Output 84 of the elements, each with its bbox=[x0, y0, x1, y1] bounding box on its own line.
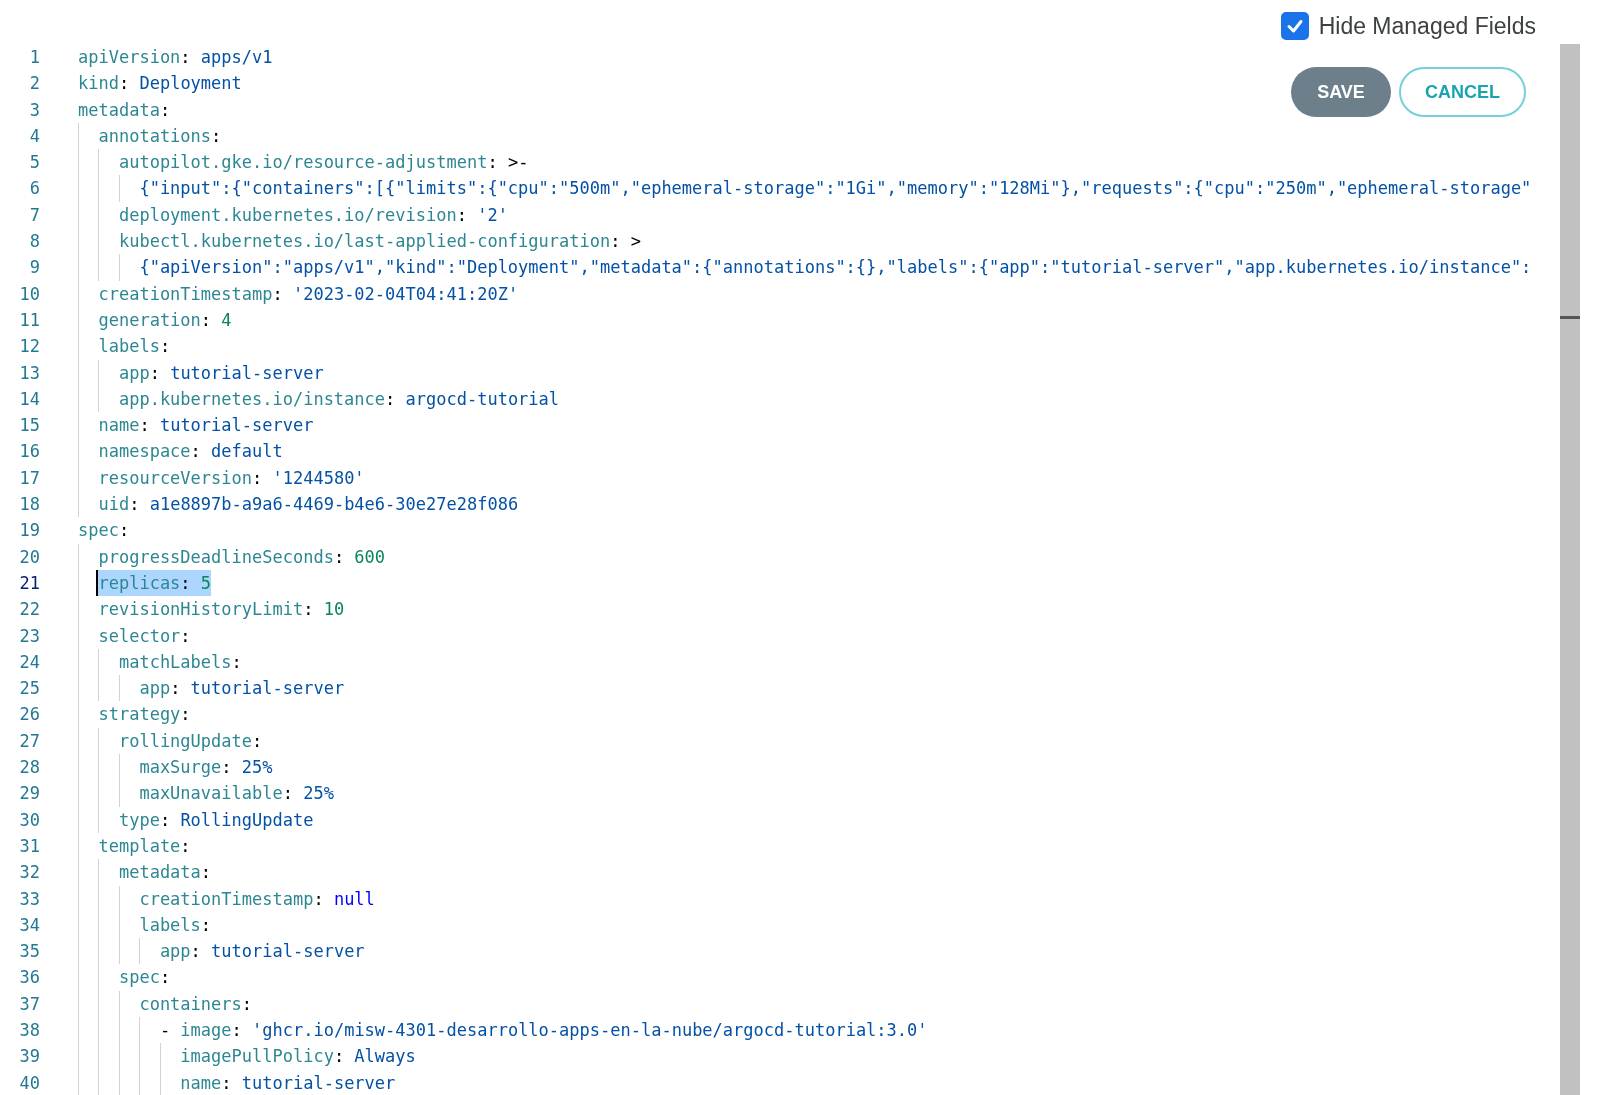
code-line: revisionHistoryLimit: 10 bbox=[98, 598, 345, 622]
code-line: deployment.kubernetes.io/revision: '2' bbox=[118, 203, 508, 227]
code-line: - image: 'ghcr.io/misw-4301-desarrollo-apps-en-la-nube/argocd-tutorial:3.0' bbox=[159, 1019, 928, 1042]
scrollbar[interactable] bbox=[1560, 44, 1580, 1095]
line-number: 16 bbox=[18, 440, 40, 464]
line-number: 13 bbox=[18, 361, 40, 385]
line-number: 40 bbox=[18, 1071, 40, 1095]
code-line: app.kubernetes.io/instance: argocd-tutorial bbox=[118, 387, 560, 411]
code-line: autopilot.gke.io/resource-adjustment: >- bbox=[118, 151, 529, 175]
line-number: 9 bbox=[28, 256, 40, 280]
code-line: {"input":{"containers":[{"limits":{"cpu":"500m","ephemeral-storage":"1Gi","memory":"128Mi"},"requests":{"cpu":"250m","ephemeral-storage" bbox=[139, 177, 1532, 201]
line-number: 26 bbox=[18, 703, 40, 727]
line-number: 25 bbox=[18, 677, 40, 701]
code-line: type: RollingUpdate bbox=[118, 808, 314, 832]
save-button[interactable]: SAVE bbox=[1291, 67, 1391, 117]
code-line: imagePullPolicy: Always bbox=[180, 1045, 416, 1069]
code-line: rollingUpdate: bbox=[118, 729, 263, 753]
line-number: 17 bbox=[18, 466, 40, 490]
code-line: namespace: default bbox=[98, 440, 283, 464]
code-line: annotations: bbox=[98, 124, 222, 148]
code-line: maxUnavailable: 25% bbox=[139, 782, 334, 806]
line-number: 30 bbox=[18, 808, 40, 832]
code-line: name: tutorial-server bbox=[180, 1071, 396, 1095]
line-number: 7 bbox=[28, 203, 40, 227]
line-number: 24 bbox=[18, 650, 40, 674]
cancel-button[interactable]: CANCEL bbox=[1399, 67, 1526, 117]
code-line: spec: bbox=[78, 519, 130, 543]
line-number: 28 bbox=[18, 756, 40, 779]
code-line: selector: bbox=[98, 624, 191, 648]
line-number: 27 bbox=[18, 729, 40, 753]
code-line: apiVersion: apps/v1 bbox=[78, 46, 273, 69]
code-line: resourceVersion: '1244580' bbox=[98, 466, 365, 490]
code-line: labels: bbox=[139, 913, 212, 937]
line-number: 34 bbox=[18, 913, 40, 937]
line-number: 1 bbox=[28, 46, 40, 69]
code-line: metadata: bbox=[118, 861, 212, 885]
line-number: 18 bbox=[18, 493, 40, 517]
code-line: creationTimestamp: '2023-02-04T04:41:20Z' bbox=[98, 282, 519, 306]
line-number: 36 bbox=[18, 966, 40, 990]
code-line: metadata: bbox=[78, 98, 171, 122]
line-number: 19 bbox=[18, 519, 40, 543]
line-number: 4 bbox=[28, 124, 40, 148]
code-line: labels: bbox=[98, 335, 171, 359]
code-line: kubectl.kubernetes.io/last-applied-configuration: > bbox=[118, 230, 641, 254]
code-line: maxSurge: 25% bbox=[139, 756, 273, 779]
code-line: matchLabels: bbox=[118, 650, 242, 674]
code-line: creationTimestamp: null bbox=[139, 887, 375, 911]
code-line: strategy: bbox=[98, 703, 191, 727]
line-number: 14 bbox=[18, 387, 40, 411]
line-number: 2 bbox=[28, 72, 40, 96]
code-line: containers: bbox=[139, 992, 252, 1016]
line-number: 8 bbox=[28, 230, 40, 254]
line-number: 22 bbox=[18, 598, 40, 622]
line-number: 29 bbox=[18, 782, 40, 806]
code-line: uid: a1e8897b-a9a6-4469-b4e6-30e27e28f086 bbox=[98, 493, 519, 517]
code-line: spec: bbox=[118, 966, 171, 990]
line-number: 10 bbox=[18, 282, 40, 306]
line-number: 23 bbox=[18, 624, 40, 648]
code-line: template: bbox=[98, 834, 191, 858]
code-line: name: tutorial-server bbox=[98, 414, 314, 438]
checkbox-label[interactable]: Hide Managed Fields bbox=[1318, 12, 1536, 40]
checkbox[interactable] bbox=[1280, 12, 1309, 40]
line-number: 35 bbox=[18, 940, 40, 964]
line-number: 33 bbox=[18, 887, 40, 911]
line-number: 3 bbox=[28, 98, 40, 122]
line-number: 21 bbox=[18, 571, 40, 595]
line-number: 12 bbox=[18, 335, 40, 359]
line-number: 31 bbox=[18, 834, 40, 858]
code-line: app: tutorial-server bbox=[139, 677, 345, 701]
line-number: 39 bbox=[18, 1045, 40, 1069]
code-line: progressDeadlineSeconds: 600 bbox=[98, 545, 386, 569]
line-number: 11 bbox=[18, 308, 40, 332]
line-number: 37 bbox=[18, 992, 40, 1016]
line-number: 6 bbox=[28, 177, 40, 201]
line-number: 20 bbox=[18, 545, 40, 569]
code-line: generation: 4 bbox=[98, 308, 232, 332]
line-number: 32 bbox=[18, 861, 40, 885]
code-line: app: tutorial-server bbox=[118, 361, 324, 385]
line-number: 15 bbox=[18, 414, 40, 438]
code-line: {"apiVersion":"apps/v1","kind":"Deployment","metadata":{"annotations":{},"labels":{"app":"tutorial-server","app.kubernetes.io/instance": bbox=[139, 256, 1532, 280]
line-number: 5 bbox=[28, 151, 40, 175]
code-line: app: tutorial-server bbox=[159, 940, 365, 964]
code-line: kind: Deployment bbox=[78, 72, 242, 96]
line-number: 38 bbox=[18, 1019, 40, 1042]
